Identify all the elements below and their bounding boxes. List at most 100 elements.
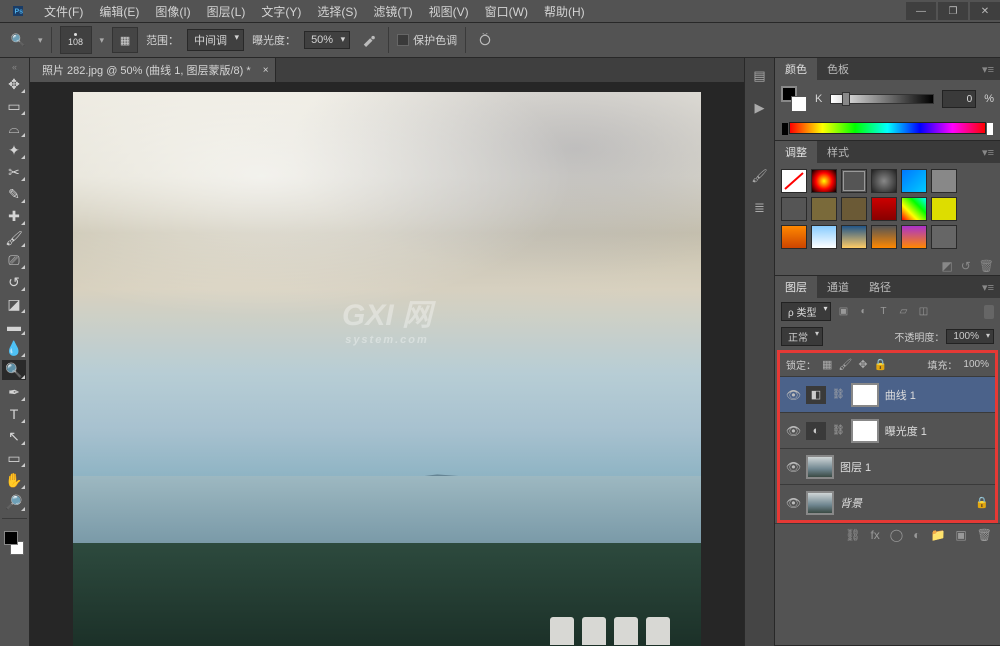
range-select[interactable]: 中间调 (187, 29, 244, 51)
k-value-input[interactable] (942, 90, 976, 108)
current-tool-icon[interactable] (6, 28, 30, 52)
k-slider-track[interactable] (830, 94, 934, 104)
brush-preset-picker[interactable]: 108 (60, 26, 92, 54)
layer-row[interactable]: 👁 图层 1 (780, 448, 995, 484)
new-layer-icon[interactable]: ▣ (955, 528, 966, 542)
adj-preset[interactable] (781, 169, 807, 193)
layer-thumb[interactable] (806, 455, 834, 479)
panel-menu-icon[interactable]: ▾≡ (976, 63, 1000, 76)
crop-tool[interactable]: ✂ (2, 162, 26, 182)
shape-tool[interactable]: ▭ (2, 448, 26, 468)
adj-preset[interactable] (871, 197, 897, 221)
layer-visibility-icon[interactable]: 👁 (786, 388, 800, 402)
brush-tool[interactable]: 🖌 (2, 228, 26, 248)
foreground-background-color[interactable] (2, 531, 26, 555)
tab-color[interactable]: 颜色 (775, 58, 817, 80)
marquee-tool[interactable]: ▭ (2, 96, 26, 116)
adj-preset[interactable] (901, 225, 927, 249)
tab-channels[interactable]: 通道 (817, 276, 859, 298)
adj-preset[interactable] (811, 169, 837, 193)
type-tool[interactable]: T (2, 404, 26, 424)
eraser-tool[interactable]: ◪ (2, 294, 26, 314)
layer-visibility-icon[interactable]: 👁 (786, 424, 800, 438)
panel-fgbg-swatch[interactable] (781, 86, 807, 112)
color-spectrum-strip[interactable] (789, 122, 986, 134)
clone-stamp-tool[interactable]: ⎚ (2, 250, 26, 270)
brushes-panel-icon[interactable]: ≣ (751, 200, 769, 216)
adj-preset[interactable] (781, 225, 807, 249)
history-panel-icon[interactable]: ▤ (751, 68, 769, 84)
link-icon[interactable]: ⛓ (832, 425, 845, 436)
toolbar-collapse-icon[interactable]: « (2, 62, 27, 72)
pen-tool[interactable]: ✒ (2, 382, 26, 402)
menu-select[interactable]: 选择(S) (309, 3, 365, 20)
adj-clip-icon[interactable]: ◩ (941, 259, 952, 273)
layer-filter-type-select[interactable]: ρ 类型 (781, 302, 831, 321)
menu-help[interactable]: 帮助(H) (536, 3, 593, 20)
filter-type-icon[interactable]: T (875, 305, 891, 319)
adj-preset[interactable] (781, 197, 807, 221)
tab-paths[interactable]: 路径 (859, 276, 901, 298)
zoom-tool[interactable]: 🔎 (2, 492, 26, 512)
filter-smart-icon[interactable]: ◫ (915, 305, 931, 319)
quick-select-tool[interactable]: ✦ (2, 140, 26, 160)
layer-visibility-icon[interactable]: 👁 (786, 496, 800, 510)
filter-toggle-switch[interactable] (984, 305, 994, 319)
menu-edit[interactable]: 编辑(E) (91, 3, 147, 20)
lock-transparency-icon[interactable]: ▦ (822, 358, 832, 371)
pressure-size-icon[interactable] (474, 29, 496, 51)
filter-pixel-icon[interactable]: ▣ (835, 305, 851, 319)
adj-reset-icon[interactable]: ↺ (961, 259, 971, 273)
protect-tones-checkbox[interactable]: 保护色调 (397, 32, 457, 48)
menu-layer[interactable]: 图层(L) (199, 3, 254, 20)
brush-presets-icon[interactable]: 🖌 (751, 168, 769, 184)
layer-row[interactable]: 👁 ◧ ⛓ 曲线 1 (780, 376, 995, 412)
adj-preset[interactable] (841, 225, 867, 249)
dodge-tool[interactable]: 🔍 (2, 360, 26, 380)
adj-preset[interactable] (931, 225, 957, 249)
link-icon[interactable]: ⛓ (832, 389, 845, 400)
document-tab[interactable]: 照片 282.jpg @ 50% (曲线 1, 图层蒙版/8) * × (30, 58, 276, 82)
fill-select[interactable]: 100% (963, 359, 989, 370)
window-maximize-button[interactable]: ❐ (938, 2, 968, 20)
pressure-opacity-icon[interactable] (358, 29, 380, 51)
tab-adjustments[interactable]: 调整 (775, 141, 817, 163)
menu-type[interactable]: 文字(Y) (253, 3, 309, 20)
panel-menu-icon[interactable]: ▾≡ (976, 281, 1000, 294)
menu-image[interactable]: 图像(I) (147, 3, 198, 20)
eyedropper-tool[interactable]: ✎ (2, 184, 26, 204)
menu-view[interactable]: 视图(V) (421, 3, 477, 20)
adj-preset[interactable] (931, 197, 957, 221)
adj-preset[interactable] (901, 197, 927, 221)
window-minimize-button[interactable]: — (906, 2, 936, 20)
panel-menu-icon[interactable]: ▾≡ (976, 146, 1000, 159)
move-tool[interactable]: ✥ (2, 74, 26, 94)
brush-panel-toggle[interactable] (112, 27, 138, 53)
adj-preset[interactable] (841, 169, 867, 193)
layer-row[interactable]: 👁 ◐ ⛓ 曝光度 1 (780, 412, 995, 448)
filter-adjustment-icon[interactable]: ◐ (855, 305, 871, 319)
adj-preset[interactable] (871, 225, 897, 249)
adj-delete-icon[interactable]: 🗑 (979, 259, 994, 273)
path-select-tool[interactable]: ↖ (2, 426, 26, 446)
canvas-image[interactable]: GXI 网 system.com (73, 92, 701, 646)
lock-position-icon[interactable]: ✥ (858, 358, 867, 371)
delete-layer-icon[interactable]: 🗑 (977, 528, 992, 542)
actions-panel-icon[interactable]: ▶ (751, 100, 769, 116)
layer-row[interactable]: 👁 背景 🔒 (780, 484, 995, 520)
new-group-icon[interactable]: 📁 (930, 528, 945, 542)
close-icon[interactable]: × (263, 65, 269, 76)
menu-window[interactable]: 窗口(W) (477, 3, 536, 20)
layer-thumb[interactable] (806, 491, 834, 515)
healing-brush-tool[interactable]: ✚ (2, 206, 26, 226)
window-close-button[interactable]: ✕ (970, 2, 1000, 20)
lasso-tool[interactable]: ⌓ (2, 118, 26, 138)
lock-image-icon[interactable]: 🖌 (838, 358, 852, 371)
menu-file[interactable]: 文件(F) (36, 3, 91, 20)
tab-swatches[interactable]: 色板 (817, 58, 859, 80)
link-layers-icon[interactable]: ⛓ (845, 528, 860, 542)
layer-mask-thumb[interactable] (851, 419, 879, 443)
blur-tool[interactable]: 💧 (2, 338, 26, 358)
layer-mask-icon[interactable]: ◯ (890, 528, 903, 542)
exposure-select[interactable]: 50% (304, 31, 350, 49)
